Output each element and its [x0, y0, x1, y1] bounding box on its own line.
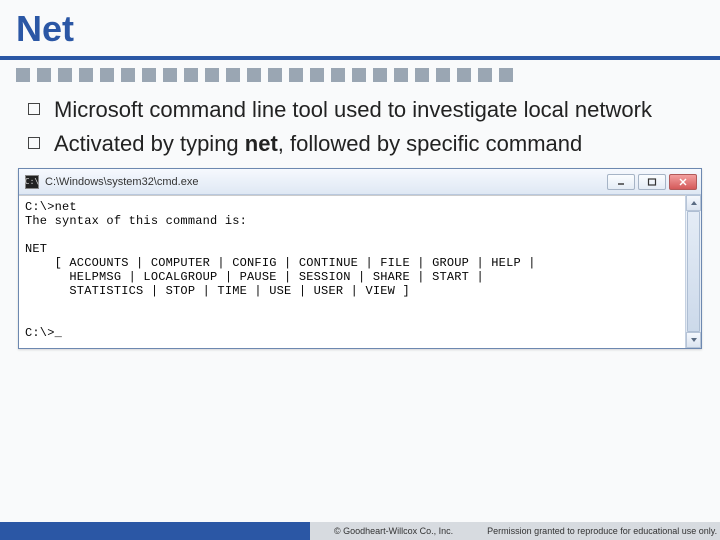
decor-dot: [79, 68, 93, 82]
close-button[interactable]: [669, 174, 697, 190]
bullet-item: Microsoft command line tool used to inve…: [28, 96, 690, 124]
bullet-item: Activated by typing net, followed by spe…: [28, 130, 690, 158]
decor-dots-row: [0, 60, 720, 90]
cmd-window-title: C:\Windows\system32\cmd.exe: [45, 176, 601, 188]
decor-dot: [457, 68, 471, 82]
title-bar: Net: [0, 0, 720, 60]
cmd-body-wrap: C:\>net The syntax of this command is: N…: [19, 195, 701, 348]
footer-text-area: © Goodheart-Willcox Co., Inc. Permission…: [310, 522, 720, 540]
chevron-up-icon: [690, 199, 698, 207]
bullet-text: Microsoft command line tool used to inve…: [54, 96, 652, 124]
maximize-button[interactable]: [638, 174, 666, 190]
cmd-window: C:\ C:\Windows\system32\cmd.exe C:\>net …: [18, 168, 702, 349]
decor-dot: [352, 68, 366, 82]
decor-dot: [58, 68, 72, 82]
decor-dot: [289, 68, 303, 82]
decor-dot: [37, 68, 51, 82]
page-title: Net: [16, 8, 720, 50]
minimize-icon: [616, 178, 626, 186]
decor-dot: [226, 68, 240, 82]
decor-dot: [373, 68, 387, 82]
bullet-text-post: , followed by specific command: [278, 131, 582, 156]
vertical-scrollbar[interactable]: [685, 195, 701, 348]
bullet-text-bold: net: [245, 131, 278, 156]
decor-dot: [268, 68, 282, 82]
decor-dot: [310, 68, 324, 82]
decor-dot: [121, 68, 135, 82]
decor-dot: [205, 68, 219, 82]
bullet-marker-icon: [28, 137, 40, 149]
decor-dot: [184, 68, 198, 82]
cmd-app-icon: C:\: [25, 175, 39, 189]
footer-permission: Permission granted to reproduce for educ…: [487, 526, 717, 536]
decor-dot: [16, 68, 30, 82]
decor-dot: [499, 68, 513, 82]
close-icon: [678, 178, 688, 186]
decor-dot: [478, 68, 492, 82]
decor-dot: [100, 68, 114, 82]
bullet-text-pre: Activated by typing: [54, 131, 245, 156]
cmd-output: C:\>net The syntax of this command is: N…: [19, 195, 685, 348]
slide-footer: © Goodheart-Willcox Co., Inc. Permission…: [0, 522, 720, 540]
decor-dot: [331, 68, 345, 82]
bullet-text: Activated by typing net, followed by spe…: [54, 130, 582, 158]
scrollbar-thumb[interactable]: [687, 211, 700, 332]
bullet-list: Microsoft command line tool used to inve…: [0, 90, 720, 158]
scroll-up-button[interactable]: [686, 195, 701, 211]
decor-dot: [247, 68, 261, 82]
decor-dot: [415, 68, 429, 82]
decor-dot: [163, 68, 177, 82]
decor-dot: [436, 68, 450, 82]
minimize-button[interactable]: [607, 174, 635, 190]
scroll-down-button[interactable]: [686, 332, 701, 348]
footer-copyright: © Goodheart-Willcox Co., Inc.: [334, 526, 453, 536]
chevron-down-icon: [690, 336, 698, 344]
bullet-marker-icon: [28, 103, 40, 115]
maximize-icon: [647, 178, 657, 186]
cmd-titlebar[interactable]: C:\ C:\Windows\system32\cmd.exe: [19, 169, 701, 195]
decor-dot: [142, 68, 156, 82]
decor-dot: [394, 68, 408, 82]
scrollbar-track[interactable]: [686, 211, 701, 332]
window-buttons: [607, 174, 697, 190]
footer-accent: [0, 522, 310, 540]
